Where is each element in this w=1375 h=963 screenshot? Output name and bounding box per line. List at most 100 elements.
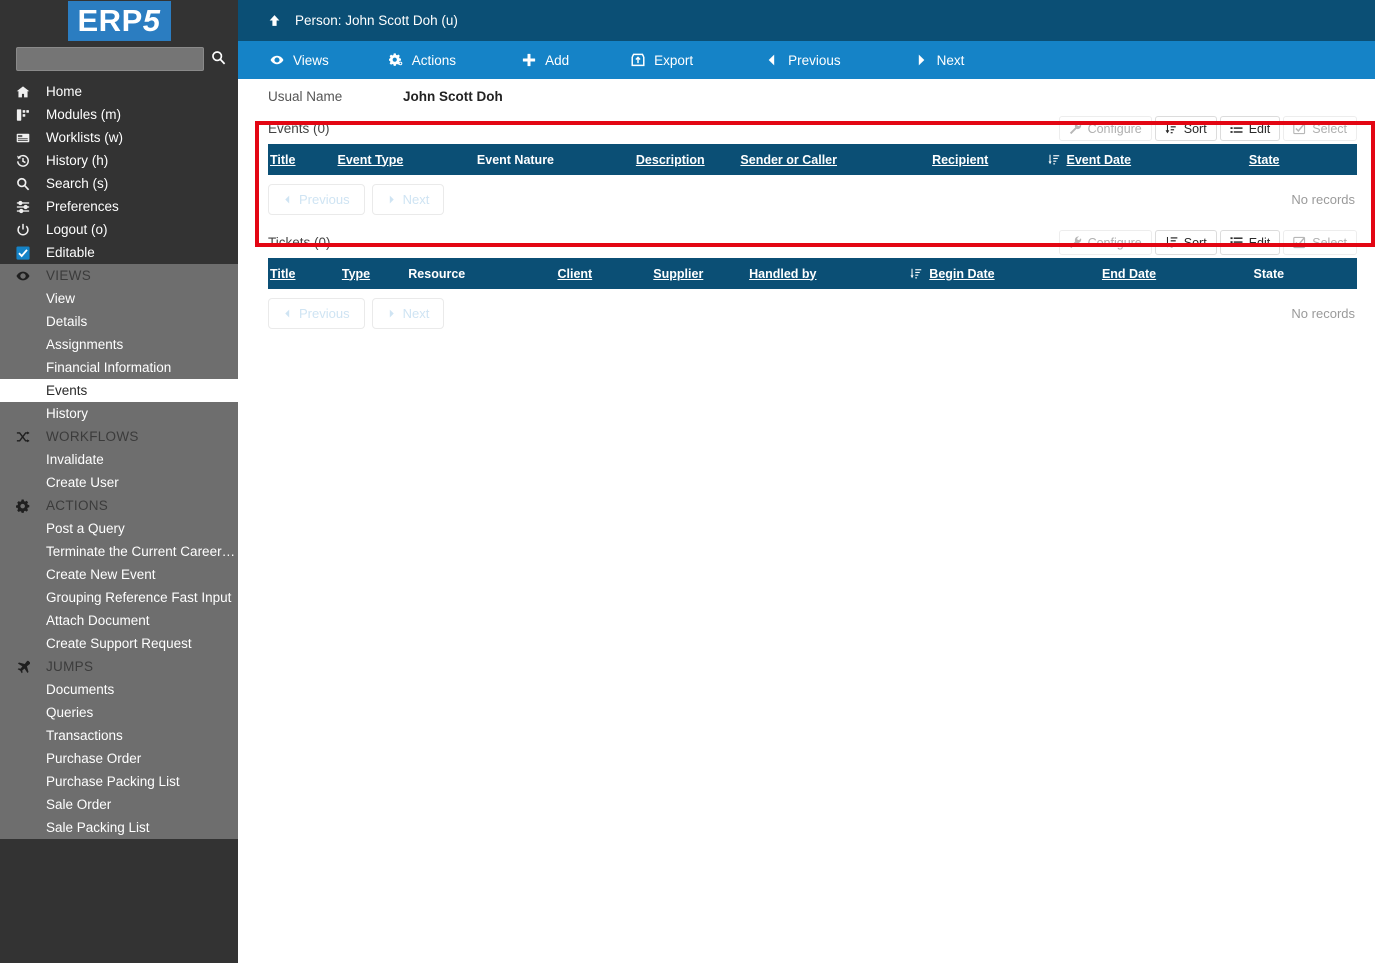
sidebar-item-worklists[interactable]: Worklists (w): [0, 126, 238, 149]
events-column-event-date-link[interactable]: Event Date: [1067, 153, 1132, 167]
events-column-state-link[interactable]: State: [1249, 153, 1280, 167]
tickets-column-end-date[interactable]: End Date: [1100, 258, 1230, 289]
events-column-event-nature-label: Event Nature: [476, 152, 555, 167]
tickets-pagination-previous[interactable]: Previous: [268, 298, 365, 329]
sidebar-item-create-support-request[interactable]: Create Support Request: [0, 632, 238, 655]
toolbar-next-button[interactable]: Next: [841, 41, 964, 79]
events-select-button[interactable]: Select: [1283, 116, 1357, 141]
sidebar-group-label: WORKFLOWS: [46, 429, 139, 444]
tickets-column-begin-date[interactable]: Begin Date: [908, 258, 1100, 289]
toolbar-actions-button[interactable]: Actions: [329, 41, 456, 79]
sidebar-item-purchase-order[interactable]: Purchase Order: [0, 747, 238, 770]
sidebar-item-sale-order[interactable]: Sale Order: [0, 793, 238, 816]
tickets-sort-button[interactable]: Sort: [1154, 230, 1217, 255]
tickets-column-client-link[interactable]: Client: [557, 267, 592, 281]
tickets-column-handled-by[interactable]: Handled by: [747, 258, 908, 289]
tickets-column-begin-date-link[interactable]: Begin Date: [929, 267, 994, 281]
sidebar-item-sale-packing-list[interactable]: Sale Packing List: [0, 816, 238, 839]
events-configure-label: Configure: [1087, 121, 1142, 136]
events-sort-label: Sort: [1183, 121, 1207, 136]
events-column-title-link[interactable]: Title: [270, 153, 295, 167]
events-column-state[interactable]: State: [1185, 144, 1357, 175]
sidebar-item-editable[interactable]: Editable: [0, 241, 238, 264]
sidebar-item-home[interactable]: Home: [0, 80, 238, 103]
events-column-event-type-link[interactable]: Event Type: [338, 153, 404, 167]
sidebar-item-create-user[interactable]: Create User: [0, 471, 238, 494]
events-column-description-link[interactable]: Description: [636, 153, 705, 167]
wrench-icon: [1069, 122, 1082, 135]
sidebar-item-assignments[interactable]: Assignments: [0, 333, 238, 356]
events-configure-button[interactable]: Configure: [1058, 116, 1152, 141]
tickets-select-button[interactable]: Select: [1283, 230, 1357, 255]
sidebar-item-details[interactable]: Details: [0, 310, 238, 333]
erp5-logo[interactable]: ERP5: [67, 1, 171, 41]
events-sort-button[interactable]: Sort: [1154, 116, 1217, 141]
events-column-description[interactable]: Description: [634, 144, 739, 175]
events-column-recipient-link[interactable]: Recipient: [932, 153, 988, 167]
power-icon: [10, 223, 36, 237]
sidebar-item-grouping-reference-fast-input[interactable]: Grouping Reference Fast Input: [0, 586, 238, 609]
sidebar-item-create-new-event[interactable]: Create New Event: [0, 563, 238, 586]
tickets-column-handled-by-link[interactable]: Handled by: [749, 267, 816, 281]
sidebar-item-purchase-packing-list[interactable]: Purchase Packing List: [0, 770, 238, 793]
sidebar-item-view[interactable]: View: [0, 287, 238, 310]
checkbox-checked-icon[interactable]: [10, 245, 36, 260]
sidebar-item-queries[interactable]: Queries: [0, 701, 238, 724]
tickets-column-end-date-link[interactable]: End Date: [1102, 267, 1156, 281]
sidebar-item-modules[interactable]: Modules (m): [0, 103, 238, 126]
tickets-table-header-row: Title Type Resource Client Supplier Hand…: [268, 258, 1357, 289]
sidebar-item-history[interactable]: History: [0, 402, 238, 425]
tickets-column-type[interactable]: Type: [340, 258, 406, 289]
sidebar-item-logout[interactable]: Logout (o): [0, 218, 238, 241]
sidebar-item-preferences[interactable]: Preferences: [0, 195, 238, 218]
tickets-column-state-label: State: [1253, 266, 1285, 281]
events-pagination-next[interactable]: Next: [371, 184, 445, 215]
tickets-column-client[interactable]: Client: [555, 258, 651, 289]
action-toolbar: Views Actions Add Export Previous Next: [238, 41, 1375, 79]
sidebar-item-label: Modules (m): [46, 107, 122, 122]
search-submit-button[interactable]: [204, 47, 232, 71]
events-pagination-previous[interactable]: Previous: [268, 184, 365, 215]
tickets-column-supplier-link[interactable]: Supplier: [653, 267, 703, 281]
events-column-event-date[interactable]: Event Date: [1046, 144, 1185, 175]
toolbar-views-button[interactable]: Views: [238, 41, 329, 79]
sidebar-item-post-a-query[interactable]: Post a Query: [0, 517, 238, 540]
tickets-column-supplier[interactable]: Supplier: [651, 258, 747, 289]
events-column-recipient[interactable]: Recipient: [930, 144, 1045, 175]
toolbar-export-button[interactable]: Export: [569, 41, 693, 79]
sidebar-item-terminate-current-career[interactable]: Terminate the Current Career…: [0, 540, 238, 563]
search-input[interactable]: [16, 47, 204, 71]
tickets-edit-button[interactable]: Edit: [1219, 230, 1281, 255]
arrow-up-icon[interactable]: [268, 14, 281, 27]
sidebar-item-transactions[interactable]: Transactions: [0, 724, 238, 747]
toolbar-previous-button[interactable]: Previous: [693, 41, 841, 79]
events-column-sender-or-caller-link[interactable]: Sender or Caller: [740, 153, 837, 167]
sidebar-item-history[interactable]: History (h): [0, 149, 238, 172]
sidebar-item-financial-information[interactable]: Financial Information: [0, 356, 238, 379]
checkbox-icon: [1293, 236, 1306, 249]
events-edit-button[interactable]: Edit: [1219, 116, 1281, 141]
export-icon: [631, 53, 645, 67]
toolbar-add-button[interactable]: Add: [456, 41, 569, 79]
chevron-left-icon: [765, 53, 779, 67]
events-column-event-type[interactable]: Event Type: [336, 144, 475, 175]
tickets-column-type-link[interactable]: Type: [342, 267, 370, 281]
events-column-sender-or-caller[interactable]: Sender or Caller: [738, 144, 930, 175]
sidebar-top-nav: Home Modules (m) Worklists (w) History (…: [0, 76, 238, 264]
sidebar-item-attach-document[interactable]: Attach Document: [0, 609, 238, 632]
tickets-column-title[interactable]: Title: [268, 258, 340, 289]
tickets-configure-button[interactable]: Configure: [1058, 230, 1152, 255]
sidebar-item-events[interactable]: Events: [0, 379, 238, 402]
tickets-configure-label: Configure: [1087, 235, 1142, 250]
events-pagination: Previous Next: [268, 184, 451, 215]
tickets-column-title-link[interactable]: Title: [270, 267, 295, 281]
sidebar-item-search[interactable]: Search (s): [0, 172, 238, 195]
sidebar-item-label: Search (s): [46, 176, 109, 191]
eye-icon: [10, 269, 36, 283]
usual-name-value: John Scott Doh: [403, 88, 503, 104]
sidebar-item-documents[interactable]: Documents: [0, 678, 238, 701]
page-titlebar: Person: John Scott Doh (u): [238, 0, 1375, 41]
events-column-title[interactable]: Title: [268, 144, 336, 175]
tickets-pagination-next[interactable]: Next: [371, 298, 445, 329]
sidebar-item-invalidate[interactable]: Invalidate: [0, 448, 238, 471]
